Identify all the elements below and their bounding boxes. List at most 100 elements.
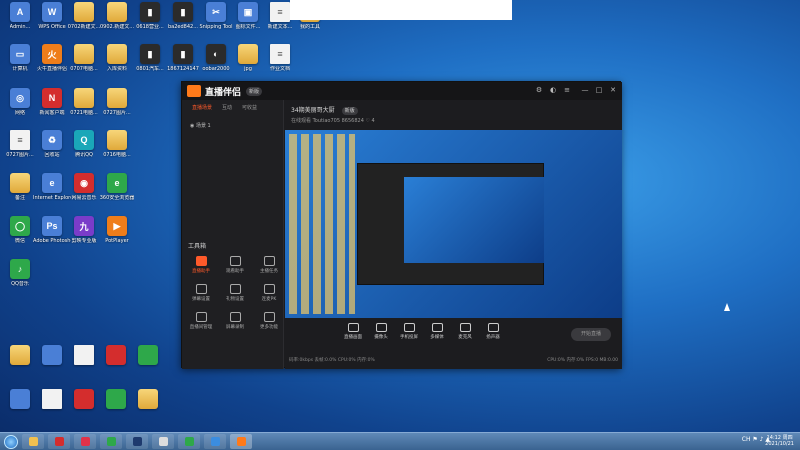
desktop-icon[interactable]: ♪ QQ音乐 bbox=[2, 259, 38, 297]
desktop-icon[interactable]: ✂ Snipping Tool bbox=[198, 2, 234, 40]
desktop-icon[interactable]: 0727图片... bbox=[99, 88, 135, 126]
taskbar-wechat[interactable] bbox=[178, 434, 200, 449]
minimize-icon[interactable]: — bbox=[580, 85, 590, 95]
desktop-icon[interactable]: 九剪映专业版 bbox=[66, 216, 102, 254]
desktop-icon[interactable]: 0902.新建文... bbox=[99, 2, 135, 40]
eye-icon[interactable]: ◉ bbox=[190, 123, 194, 129]
clock[interactable]: 14:12 周四 2021/10/21 bbox=[765, 435, 794, 447]
desktop-icon[interactable]: 0702新建文... bbox=[66, 2, 102, 40]
scene-item[interactable]: ◉ 场景 1 bbox=[190, 122, 211, 129]
tab-earnings[interactable]: 可收益 bbox=[242, 104, 257, 111]
desktop-icon[interactable]: ◎ 网络 bbox=[2, 88, 38, 126]
desktop-icon[interactable]: A Admin... bbox=[2, 2, 38, 40]
taskbar-media[interactable] bbox=[48, 434, 70, 449]
desktop-icon-label: 0716电脑... bbox=[103, 152, 131, 158]
desktop-icon[interactable]: ▮ 0618营业... bbox=[132, 2, 168, 40]
desktop-icon[interactable] bbox=[2, 345, 38, 383]
desktop-icon[interactable]: eInternet Explorer bbox=[33, 173, 71, 211]
settings-icon[interactable]: ⚙ bbox=[534, 85, 544, 95]
desktop-icon[interactable]: 0707电脑... bbox=[66, 44, 102, 82]
taskbar-music[interactable] bbox=[74, 434, 96, 449]
desktop-icon[interactable]: N 新闻客户端 bbox=[34, 88, 70, 126]
desktop-icon[interactable]: 火火牛直播伴侣 bbox=[34, 44, 70, 82]
maximize-icon[interactable]: □ bbox=[594, 85, 604, 95]
desktop-icon[interactable]: ◯ 微信 bbox=[2, 216, 38, 254]
source-control-button[interactable]: 摄像头 bbox=[369, 323, 393, 340]
tab-interact[interactable]: 互动 bbox=[222, 104, 232, 111]
tool-button[interactable]: 连麦PK bbox=[256, 284, 282, 308]
close-icon[interactable]: ✕ bbox=[608, 85, 618, 95]
desktop-icon[interactable] bbox=[2, 389, 38, 427]
source-control-button[interactable]: 多媒体 bbox=[425, 323, 449, 340]
tool-button[interactable]: 更多功能 bbox=[256, 312, 282, 336]
start-button[interactable] bbox=[4, 434, 18, 449]
tool-button[interactable]: 屏幕录制 bbox=[222, 312, 248, 336]
app-icon: e bbox=[42, 173, 62, 193]
tool-button[interactable]: 弹幕设置 bbox=[188, 284, 214, 308]
taskbar-browser[interactable] bbox=[100, 434, 122, 449]
desktop-icon[interactable]: 备注 bbox=[2, 173, 38, 211]
desktop-icon[interactable]: ▣ 图标文件... bbox=[230, 2, 266, 40]
taskbar-explorer[interactable] bbox=[22, 434, 44, 449]
desktop-icon-label: PotPlayer bbox=[105, 238, 129, 244]
desktop-icon[interactable]: ▮ ba2ed842... bbox=[165, 2, 201, 40]
source-control-button[interactable]: 直播画面 bbox=[341, 323, 365, 340]
app-icon bbox=[106, 345, 126, 365]
tool-button[interactable]: 直播间管理 bbox=[188, 312, 214, 336]
desktop-icon[interactable]: 0716电脑... bbox=[99, 130, 135, 168]
tool-button[interactable]: 主播任务 bbox=[256, 256, 282, 280]
taskbar-photoshop[interactable] bbox=[126, 434, 148, 449]
taskbar-tool[interactable] bbox=[152, 434, 174, 449]
clock-date: 2021/10/21 bbox=[765, 441, 794, 447]
toolbox-title: 工具箱 bbox=[188, 243, 207, 250]
desktop-icon[interactable]: jpg bbox=[230, 44, 266, 82]
tool-button[interactable]: 观看助手 bbox=[222, 256, 248, 280]
desktop-icon[interactable] bbox=[66, 345, 102, 383]
desktop-icon[interactable]: ▭ 计算机 bbox=[2, 44, 38, 82]
desktop-icon[interactable]: ≡ 0727图片... bbox=[2, 130, 38, 168]
taskbar-app[interactable] bbox=[204, 434, 226, 449]
tool-label: 更多功能 bbox=[260, 325, 278, 330]
desktop-icon[interactable]: ♻ 回收站 bbox=[34, 130, 70, 168]
tool-button[interactable]: 礼物设置 bbox=[222, 284, 248, 308]
source-control-button[interactable]: 麦克风 bbox=[453, 323, 477, 340]
source-icon bbox=[347, 323, 359, 332]
folder-icon bbox=[107, 2, 127, 22]
desktop-icon[interactable]: Q 腾讯QQ bbox=[66, 130, 102, 168]
skin-icon[interactable]: ◐ bbox=[548, 85, 558, 95]
desktop-icon[interactable]: 0721电脑... bbox=[66, 88, 102, 126]
source-control-button[interactable]: 扬声器 bbox=[481, 323, 505, 340]
desktop-icon[interactable] bbox=[130, 345, 166, 383]
tab-scene[interactable]: 直播场景 bbox=[192, 104, 212, 111]
desktop-icon[interactable]: PsAdobe Photoshop bbox=[33, 216, 71, 254]
desktop-icon[interactable]: ≡ 作业文档 bbox=[262, 44, 298, 82]
stream-preview[interactable] bbox=[285, 130, 622, 318]
desktop-icon[interactable]: ◉ 网易云音乐 bbox=[66, 173, 102, 211]
tool-button[interactable]: 直播助手 bbox=[188, 256, 214, 280]
desktop-icon[interactable] bbox=[34, 345, 70, 383]
app-icon: Ps bbox=[42, 216, 62, 236]
desktop-icon-label: 0707电脑... bbox=[70, 66, 98, 72]
menu-icon[interactable]: ≡ bbox=[562, 85, 572, 95]
taskbar-streaming[interactable] bbox=[230, 434, 252, 449]
desktop-icon[interactable]: 入库资料 bbox=[99, 44, 135, 82]
desktop-icon[interactable] bbox=[66, 389, 102, 427]
desktop-icon[interactable]: e 360安全浏览器 bbox=[99, 173, 135, 211]
tool-label: 主播任务 bbox=[260, 269, 278, 274]
desktop-icon[interactable]: W WPS Office bbox=[34, 2, 70, 40]
app-icon: ▮ bbox=[173, 44, 193, 64]
title-bar[interactable]: 直播伴侣 新版 ⚙ ◐ ≡ — □ ✕ bbox=[182, 82, 622, 100]
source-control-button[interactable]: 手机投屏 bbox=[397, 323, 421, 340]
tool-label: 弹幕设置 bbox=[192, 297, 210, 302]
desktop-icon[interactable] bbox=[98, 345, 134, 383]
bottom-controls: 直播画面 摄像头 手机投屏 多媒体 麦克风 扬声器 开始直播 码率:0kbps 丢帧:0.… bbox=[285, 318, 622, 369]
live-streaming-window: 直播伴侣 新版 ⚙ ◐ ≡ — □ ✕ 直播场景 互动 可收益 ◉ 场景 1 工… bbox=[181, 81, 622, 369]
start-live-button[interactable]: 开始直播 bbox=[571, 328, 611, 341]
desktop-icon[interactable] bbox=[34, 389, 70, 427]
desktop-icon[interactable]: ▮ 1867124147 bbox=[165, 44, 201, 82]
desktop-icon[interactable]: ▮ 0801汽车... bbox=[132, 44, 168, 82]
desktop-icon[interactable]: ◐ oobar2000 bbox=[198, 44, 234, 82]
desktop-icon[interactable] bbox=[130, 389, 166, 427]
desktop-icon[interactable]: ▶ PotPlayer bbox=[99, 216, 135, 254]
desktop-icon[interactable] bbox=[98, 389, 134, 427]
